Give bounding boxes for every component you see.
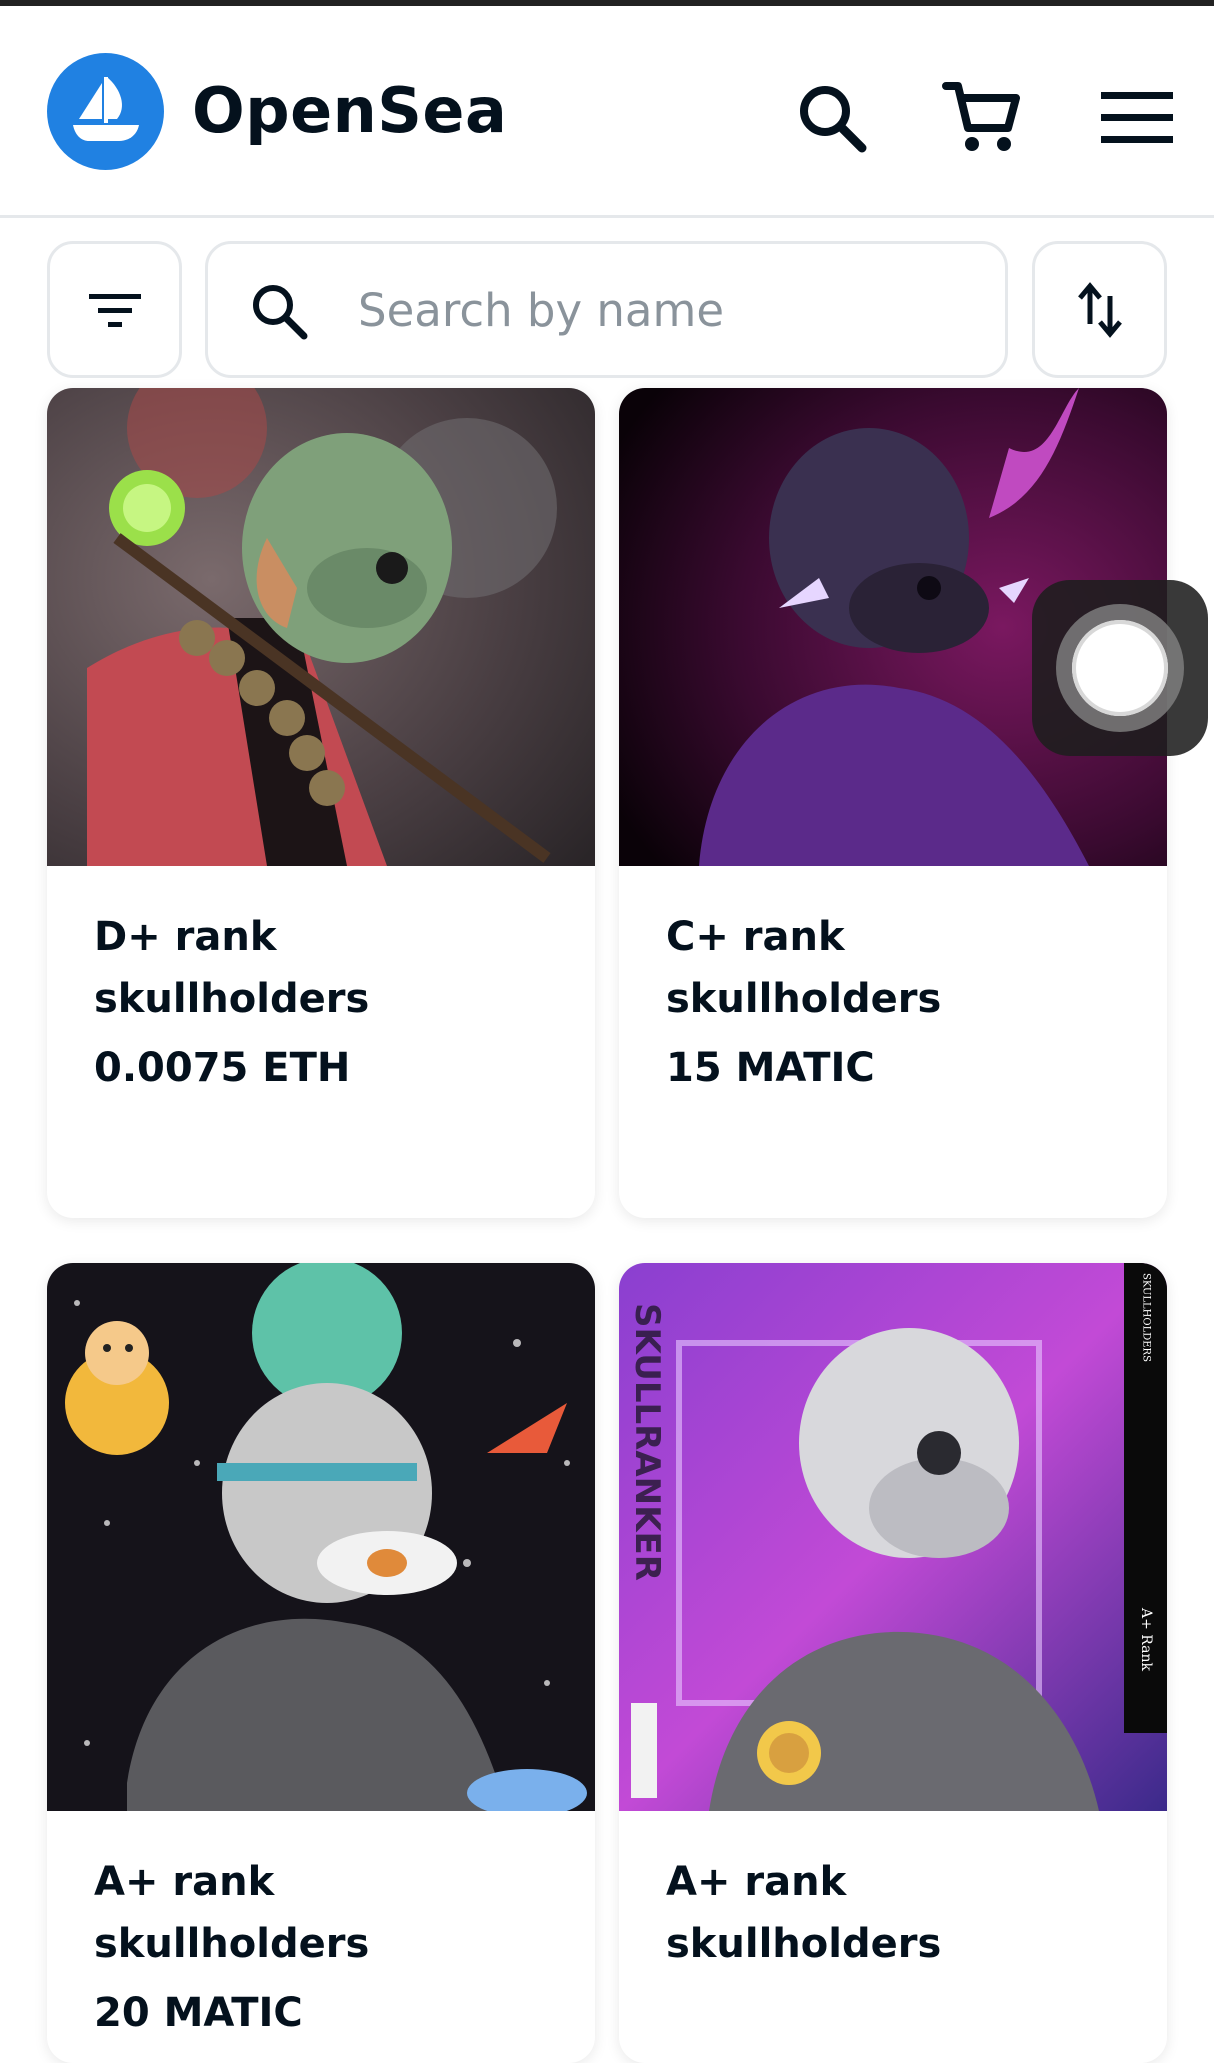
search-icon [253, 285, 308, 340]
top-navbar: OpenSea [0, 6, 1214, 218]
rank-label: A+ Rank [1138, 1607, 1154, 1672]
nft-card[interactable]: C+ rank skullholders 15 MATIC [619, 388, 1167, 1218]
nft-image-space-shiba-skull[interactable] [47, 1263, 595, 1811]
ship-icon [72, 76, 139, 141]
nft-name: C+ rank skullholders [666, 914, 942, 1022]
nft-image-neon-skullranker[interactable]: SKULLRANKER SKULLHOLDERS A+ Rank [619, 1263, 1167, 1811]
nft-price: 0.0075 ETH [94, 1045, 351, 1091]
assistive-touch-button[interactable] [1032, 580, 1208, 756]
opensea-logo[interactable] [47, 53, 164, 170]
frame-label: SKULLHOLDERS [1141, 1273, 1152, 1362]
sort-icon [1077, 281, 1122, 338]
filter-icon [88, 293, 141, 327]
filter-toolbar [0, 218, 1214, 408]
brand-name[interactable]: OpenSea [192, 74, 507, 147]
menu-icon[interactable] [1095, 76, 1179, 160]
nft-image-red-robe-skull[interactable] [47, 388, 595, 866]
cart-icon[interactable] [940, 76, 1024, 160]
nft-name: D+ rank skullholders [94, 914, 370, 1022]
assistive-ring [1056, 604, 1184, 732]
filter-button[interactable] [47, 241, 182, 378]
nft-name: A+ rank skullholders [94, 1859, 370, 1967]
side-title: SKULLRANKER [627, 1303, 667, 1581]
nft-card[interactable]: A+ rank skullholders 20 MATIC [47, 1263, 595, 2063]
nft-card[interactable]: D+ rank skullholders 0.0075 ETH [47, 388, 595, 1218]
nft-card[interactable]: SKULLRANKER SKULLHOLDERS A+ Rank A+ rank… [619, 1263, 1167, 2063]
nft-price: 20 MATIC [94, 1990, 303, 2036]
search-input[interactable] [358, 270, 978, 350]
search-icon[interactable] [790, 76, 874, 160]
nft-price: 15 MATIC [666, 1045, 875, 1091]
search-field[interactable] [205, 241, 1008, 378]
sort-button[interactable] [1032, 241, 1167, 378]
nft-name: A+ rank skullholders [666, 1859, 942, 1967]
assistive-dot [1072, 620, 1168, 716]
